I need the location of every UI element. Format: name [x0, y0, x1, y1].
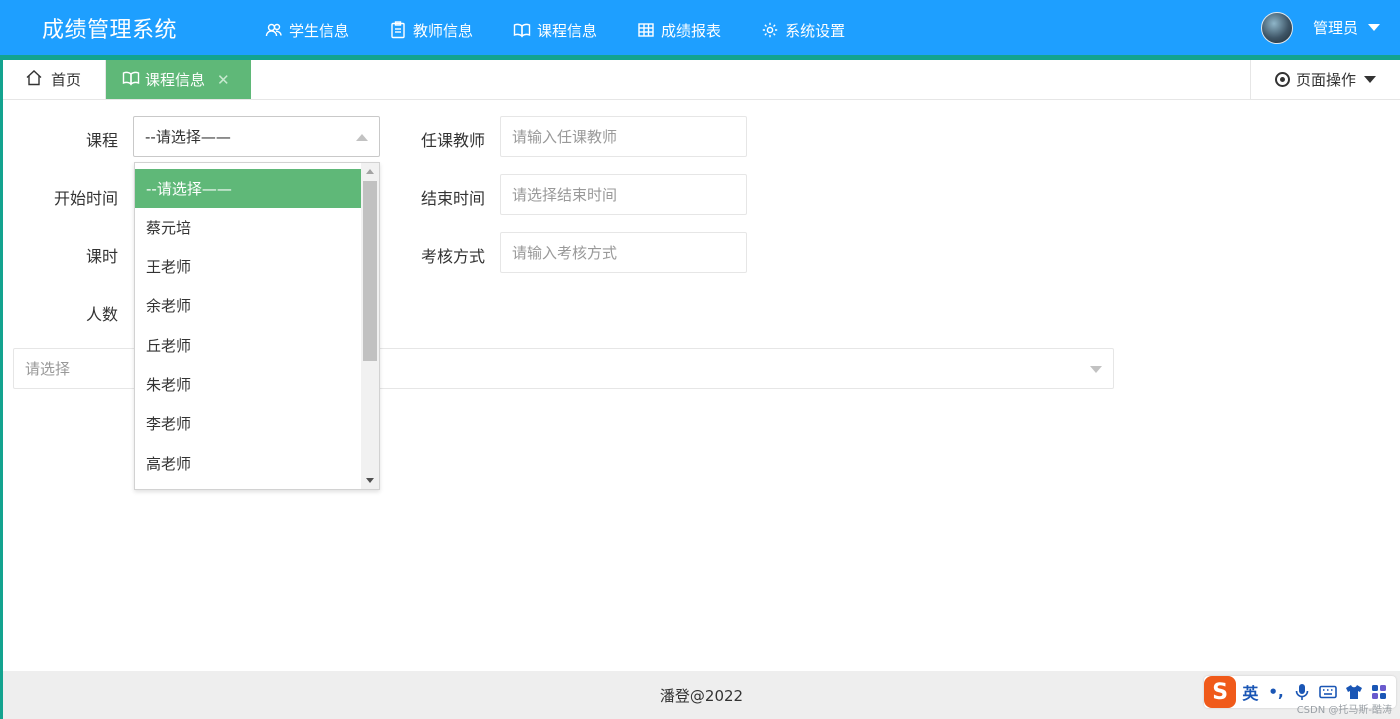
dropdown-scrollbar[interactable]	[361, 163, 379, 489]
tab-bar: 首页 课程信息 ✕ 页面操作	[3, 60, 1400, 100]
table-icon	[637, 21, 655, 39]
tab-course-label: 课程信息	[145, 71, 206, 89]
left-border	[0, 60, 3, 719]
top-header: 成绩管理系统 学生信息 教师信息 课程信息 成绩报表 系统设置 管理员	[0, 0, 1400, 60]
exam-label: 考核方式	[420, 247, 485, 266]
nav-item-settings[interactable]: 系统设置	[741, 0, 865, 60]
keyboard-icon[interactable]	[1319, 683, 1337, 701]
course-label: 课程	[85, 131, 118, 150]
nav-label-reports: 成绩报表	[661, 21, 722, 40]
start-time-label: 开始时间	[53, 189, 118, 208]
nav-label-students: 学生信息	[289, 21, 350, 40]
radio-dot-icon	[1274, 72, 1290, 87]
tab-course[interactable]: 课程信息 ✕	[106, 60, 251, 99]
dropdown-option[interactable]: 王老师	[135, 247, 361, 286]
nav-item-students[interactable]: 学生信息	[245, 0, 369, 60]
teacher-placeholder: 请输入任课教师	[512, 128, 618, 146]
wide-select-placeholder: 请选择	[25, 360, 71, 378]
end-time-input[interactable]: 请选择结束时间	[500, 174, 747, 215]
user-name: 管理员	[1312, 19, 1358, 37]
chevron-down-icon	[1090, 366, 1102, 373]
gear-icon	[761, 21, 779, 39]
nav-label-teachers: 教师信息	[413, 21, 474, 40]
page-operations-button[interactable]: 页面操作	[1250, 60, 1400, 99]
book-icon	[122, 69, 140, 91]
page-ops-label: 页面操作	[1295, 71, 1356, 89]
dropdown-option[interactable]: 蔡元培	[135, 208, 361, 247]
chevron-down-icon	[1364, 76, 1376, 83]
chevron-up-icon	[356, 134, 368, 141]
apps-grid-icon[interactable]	[1371, 683, 1388, 701]
avatar[interactable]	[1260, 11, 1293, 44]
nav-label-courses: 课程信息	[537, 21, 598, 40]
dropdown-option[interactable]: 高老师	[135, 444, 361, 483]
shirt-icon[interactable]	[1345, 683, 1363, 701]
user-menu[interactable]: 管理员	[1260, 0, 1380, 55]
teacher-label: 任课教师	[420, 131, 485, 150]
dropdown-option[interactable]: 丘老师	[135, 326, 361, 365]
nav-item-courses[interactable]: 课程信息	[493, 0, 618, 60]
scroll-down-icon[interactable]	[366, 478, 374, 483]
home-icon	[25, 69, 43, 91]
clipboard-icon	[389, 21, 407, 39]
nav-item-reports[interactable]: 成绩报表	[617, 0, 741, 60]
ime-language-toggle[interactable]: 英	[1242, 680, 1258, 704]
exam-placeholder: 请输入考核方式	[512, 244, 618, 262]
end-time-placeholder: 请选择结束时间	[512, 186, 618, 204]
main-nav: 学生信息 教师信息 课程信息 成绩报表 系统设置	[245, 0, 865, 60]
users-icon	[265, 21, 283, 39]
tab-home-label: 首页	[51, 71, 82, 89]
app-logo: 成绩管理系统	[42, 18, 178, 43]
count-label: 人数	[85, 305, 118, 324]
teacher-input[interactable]: 请输入任课教师	[500, 116, 747, 157]
nav-label-settings: 系统设置	[785, 21, 846, 40]
exam-method-input[interactable]: 请输入考核方式	[500, 232, 747, 273]
tab-home[interactable]: 首页	[3, 60, 106, 99]
scroll-up-icon[interactable]	[366, 169, 374, 174]
footer: 潘登@2022	[3, 671, 1400, 719]
ime-punctuation-toggle[interactable]: •,	[1268, 683, 1283, 701]
watermark: CSDN @托马斯-酷涛	[1296, 705, 1392, 716]
nav-item-teachers[interactable]: 教师信息	[369, 0, 493, 60]
dropdown-option[interactable]: --请选择——	[135, 169, 361, 208]
scrollbar-thumb[interactable]	[363, 181, 377, 361]
ime-logo-icon[interactable]: S	[1204, 676, 1237, 708]
dropdown-option[interactable]: 余老师	[135, 286, 361, 325]
end-time-label: 结束时间	[420, 189, 485, 208]
course-select-value: --请选择——	[145, 128, 231, 146]
course-dropdown: --请选择—— 蔡元培 王老师 余老师 丘老师 朱老师 李老师 高老师	[134, 162, 380, 490]
dropdown-option[interactable]: 朱老师	[135, 365, 361, 404]
chevron-down-icon	[1368, 24, 1380, 31]
hours-label: 课时	[85, 247, 118, 266]
footer-text: 潘登@2022	[659, 686, 744, 705]
book-icon	[513, 21, 531, 39]
close-icon[interactable]: ✕	[217, 71, 230, 89]
microphone-icon[interactable]	[1294, 683, 1311, 701]
dropdown-option[interactable]: 李老师	[135, 404, 361, 443]
course-select[interactable]: --请选择——	[133, 116, 380, 157]
